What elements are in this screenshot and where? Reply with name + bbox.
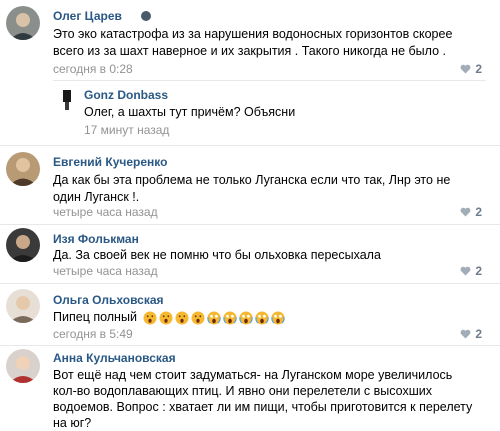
like-count: 2	[475, 205, 482, 219]
comment-text: Пипец полный	[53, 310, 137, 324]
astonished-face-icon	[191, 311, 205, 325]
like-button[interactable]: 2	[460, 264, 482, 278]
avatar[interactable]	[53, 86, 81, 114]
avatar[interactable]	[6, 349, 40, 383]
like-count: 2	[475, 62, 482, 76]
comment-text: Да как бы эта проблема не только Луганск…	[53, 173, 451, 204]
astonished-face-icon	[159, 311, 173, 325]
comment-time[interactable]: четыре часа назад	[53, 205, 158, 219]
divider	[53, 80, 486, 81]
comment-text-row: Пипец полный	[53, 309, 473, 326]
like-count: 2	[475, 327, 482, 341]
avatar[interactable]	[6, 228, 40, 262]
divider	[0, 145, 500, 146]
screaming-face-icon	[207, 311, 221, 325]
comment-author[interactable]: Олег Царев	[53, 9, 122, 23]
comment-author[interactable]: Анна Кульчановская	[53, 351, 176, 365]
comment-time[interactable]: сегодня в 0:28	[53, 62, 133, 76]
verified-icon	[141, 10, 151, 21]
comment-text: Это эко катастрофа из за нарушения водон…	[53, 27, 453, 58]
astonished-face-icon	[175, 311, 189, 325]
like-button[interactable]: 2	[460, 205, 482, 219]
divider	[0, 345, 500, 346]
divider	[0, 283, 500, 284]
screaming-face-icon	[223, 311, 237, 325]
avatar[interactable]	[6, 289, 40, 323]
heart-icon	[460, 266, 471, 276]
reply-text: Олег, а шахты тут причём? Объясни	[84, 105, 296, 119]
screaming-face-icon	[255, 311, 269, 325]
avatar[interactable]	[6, 6, 40, 40]
like-button[interactable]: 2	[460, 62, 482, 76]
comment-text: Да. За своей век не помню что бы ольховк…	[53, 248, 381, 262]
comment-author[interactable]: Ольга Ольховская	[53, 293, 164, 307]
comment-time[interactable]: четыре часа назад	[53, 264, 158, 278]
divider	[0, 224, 500, 225]
comment-time[interactable]: сегодня в 5:49	[53, 327, 133, 341]
heart-icon	[460, 64, 471, 74]
comment-author[interactable]: Изя Фолькман	[53, 232, 139, 246]
astonished-face-icon	[143, 311, 157, 325]
heart-icon	[460, 207, 471, 217]
screaming-face-icon	[239, 311, 253, 325]
emoji-row	[143, 311, 285, 325]
like-button[interactable]: 2	[460, 327, 482, 341]
screaming-face-icon	[271, 311, 285, 325]
comment-text: Вот ещё над чем стоит задуматься- на Луг…	[53, 368, 473, 430]
comment-author[interactable]: Евгений Кучеренко	[53, 155, 167, 169]
like-count: 2	[475, 264, 482, 278]
avatar[interactable]	[6, 152, 40, 186]
reply-time[interactable]: 17 минут назад	[84, 123, 169, 137]
reply-author[interactable]: Gonz Donbass	[84, 88, 168, 102]
heart-icon	[460, 329, 471, 339]
